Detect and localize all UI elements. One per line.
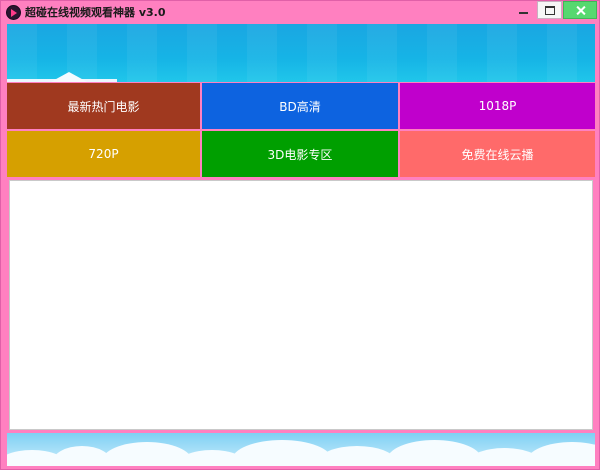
maximize-button[interactable]: [537, 1, 562, 19]
tile-bd-hd[interactable]: BD高清: [202, 83, 398, 129]
cloud-decoration: [527, 442, 595, 466]
footer-cloud-banner: [7, 433, 595, 466]
tile-1018p[interactable]: 1018P: [400, 83, 595, 129]
banner-mountain-decoration: [47, 72, 91, 82]
app-window: 超碰在线视频观看神器 v3.0 最新热门电影 BD高清 1018P 720P 3…: [0, 0, 600, 470]
minimize-button[interactable]: [511, 1, 536, 19]
tile-720p[interactable]: 720P: [7, 131, 200, 177]
tile-3d-movies[interactable]: 3D电影专区: [202, 131, 398, 177]
content-panel: [9, 180, 593, 430]
cloud-decoration: [317, 446, 397, 466]
title-bar[interactable]: 超碰在线视频观看神器 v3.0: [1, 1, 599, 23]
play-icon: [6, 5, 21, 20]
tile-free-cloud-play[interactable]: 免费在线云播: [400, 131, 595, 177]
header-banner: [7, 24, 595, 82]
close-button[interactable]: [563, 1, 597, 19]
category-grid: 最新热门电影 BD高清 1018P 720P 3D电影专区 免费在线云播: [7, 83, 595, 177]
window-title: 超碰在线视频观看神器 v3.0: [25, 6, 166, 19]
tile-latest-movies[interactable]: 最新热门电影: [7, 83, 200, 129]
